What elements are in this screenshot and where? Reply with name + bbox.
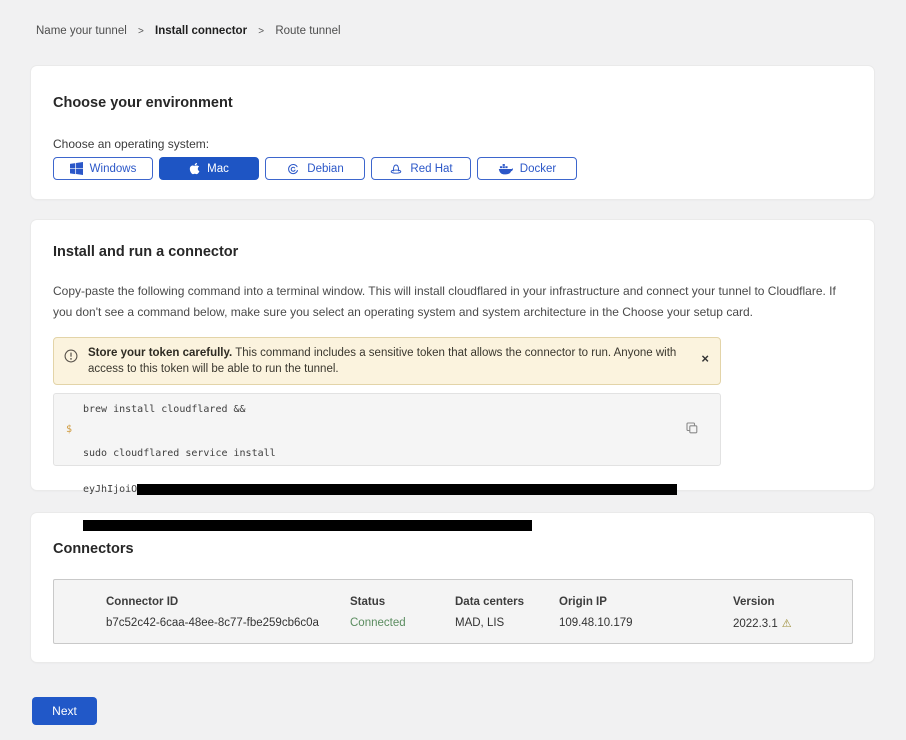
code-line-brew: brew install cloudflared && [66, 404, 704, 416]
origin-ip-value: 109.48.10.179 [559, 617, 733, 630]
os-button-redhat[interactable]: Red Hat [371, 157, 471, 180]
breadcrumb-separator: > [258, 26, 264, 37]
debian-icon [286, 162, 300, 176]
apple-icon [189, 162, 200, 175]
breadcrumb-install-connector[interactable]: Install connector [155, 25, 247, 37]
environment-card: Choose your environment Choose an operat… [31, 66, 874, 199]
os-button-mac[interactable]: Mac [159, 157, 259, 180]
os-select-label: Choose an operating system: [53, 137, 852, 151]
warning-title: Store your token carefully. [88, 347, 232, 359]
version-value: 2022.3.1 ⚠ [733, 617, 852, 630]
token-prefix: eyJhIjoiO [83, 484, 137, 495]
install-connector-card: Install and run a connector Copy-paste t… [31, 220, 874, 490]
info-icon [64, 349, 78, 368]
data-centers-value: MAD, LIS [455, 617, 559, 630]
os-button-group: Windows Mac Debian [53, 157, 852, 180]
install-command-code-block: brew install cloudflared && $ sudo cloud… [53, 393, 721, 466]
os-button-debian[interactable]: Debian [265, 157, 365, 180]
breadcrumb-route-tunnel[interactable]: Route tunnel [275, 25, 340, 37]
shell-prompt: $ [66, 424, 83, 555]
os-button-docker[interactable]: Docker [477, 157, 577, 180]
os-button-label: Docker [520, 163, 556, 175]
os-button-label: Mac [207, 163, 229, 175]
connectors-table: Connector ID Status Data centers Origin … [53, 579, 853, 644]
breadcrumb: Name your tunnel > Install connector > R… [0, 0, 906, 66]
os-button-windows[interactable]: Windows [53, 157, 153, 180]
redacted-token-bar [83, 520, 532, 531]
header-connector-id: Connector ID [106, 596, 350, 608]
docker-icon [498, 162, 513, 175]
token-warning-banner: Store your token carefully. This command… [53, 337, 721, 385]
warning-triangle-icon: ⚠ [782, 618, 792, 630]
header-data-centers: Data centers [455, 596, 559, 608]
os-button-label: Windows [90, 163, 137, 175]
code-command: sudo cloudflared service install eyJhIjo… [83, 424, 677, 555]
os-button-label: Red Hat [410, 163, 452, 175]
connectors-table-header: Connector ID Status Data centers Origin … [106, 596, 852, 608]
version-number: 2022.3.1 [733, 618, 778, 630]
header-origin-ip: Origin IP [559, 596, 733, 608]
code-line-sudo: sudo cloudflared service install [83, 448, 677, 460]
connector-id-value: b7c52c42-6caa-48ee-8c77-fbe259cb6c0a [106, 617, 350, 630]
header-version: Version [733, 596, 852, 608]
install-card-title: Install and run a connector [53, 244, 852, 261]
header-status: Status [350, 596, 455, 608]
close-icon[interactable]: × [701, 352, 709, 365]
redacted-token-bar [137, 484, 677, 495]
breadcrumb-separator: > [138, 26, 144, 37]
copy-icon[interactable] [685, 421, 699, 435]
status-badge: Connected [350, 617, 455, 630]
os-button-label: Debian [307, 163, 343, 175]
windows-icon [70, 162, 83, 175]
environment-card-title: Choose your environment [53, 95, 852, 112]
code-line-token: eyJhIjoiO [83, 484, 677, 496]
table-row: b7c52c42-6caa-48ee-8c77-fbe259cb6c0a Con… [106, 617, 852, 630]
breadcrumb-name-your-tunnel[interactable]: Name your tunnel [36, 25, 127, 37]
redhat-icon [389, 162, 403, 176]
install-description: Copy-paste the following command into a … [53, 281, 853, 323]
next-button[interactable]: Next [32, 697, 97, 725]
